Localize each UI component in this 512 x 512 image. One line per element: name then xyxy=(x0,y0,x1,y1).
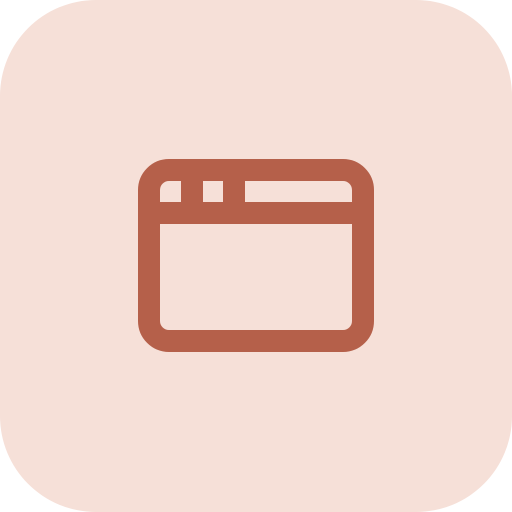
app-icon-tile[interactable] xyxy=(0,0,512,512)
browser-window-icon xyxy=(138,159,374,352)
